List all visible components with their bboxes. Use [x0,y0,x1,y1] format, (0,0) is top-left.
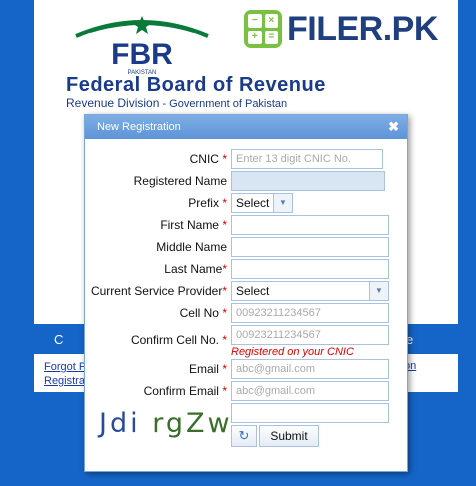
filer-brand: FILER.PK [287,10,438,49]
confirm-email-row: Confirm Email * abc@gmail.com [85,381,405,403]
captcha-text-part2: rgZw [152,407,233,439]
filer-brand-text: FILER. [287,9,392,48]
dialog-title: New Registration [97,121,181,133]
confirm-cell-no-row: Confirm Cell No. * 00923211234567 Regist… [85,325,405,358]
close-icon[interactable]: ✖ [388,115,399,139]
prefix-value: Select [236,196,270,210]
first-name-label: First Name * [160,218,227,232]
middle-name-row: Middle Name [85,237,405,259]
email-label: Email * [188,362,227,376]
fbr-subtitle-rest: - Government of Pakistan [159,98,288,110]
fbr-subtitle: Revenue Division - Government of Pakista… [66,96,287,110]
cell-no-input[interactable]: 00923211234567 [231,303,389,323]
calc-glyph: − [248,14,262,28]
background-links: Forgot P Registra [44,360,86,388]
refresh-icon[interactable]: ↻ [231,425,257,447]
email-row: Email * abc@gmail.com [85,359,405,381]
cell-no-hint: Registered on your CNIC [231,346,354,358]
filer-pk-logo: − × + = FILER.PK [244,8,438,50]
last-name-row: Last Name* [85,259,405,281]
confirm-cell-no-input[interactable]: 00923211234567 [231,325,389,345]
service-provider-value: Select [236,284,270,298]
cnic-row: CNIC * Enter 13 digit CNIC No. [85,149,405,171]
chevron-down-icon: ▼ [273,194,292,212]
prefix-label: Prefix * [188,196,227,210]
registration-link[interactable]: Registra [44,374,86,388]
calc-glyph: × [264,14,278,28]
last-name-label: Last Name* [164,262,227,276]
prefix-row: Prefix * Select ▼ [85,193,405,215]
fbr-title: Federal Board of Revenue [66,74,326,96]
fbr-logo-text: FBR [111,38,173,71]
fbr-subtitle-main: Revenue Division [66,96,160,110]
registered-name-row: Registered Name [85,171,405,193]
middle-name-input[interactable] [231,237,389,257]
registered-name-label: Registered Name [133,174,227,188]
service-provider-row: Current Service Provider* Select ▼ [85,281,405,303]
captcha-image: Jdi rgZw [99,401,233,445]
cnic-input[interactable]: Enter 13 digit CNIC No. [231,149,383,169]
cnic-label: CNIC * [189,152,227,166]
middle-name-label: Middle Name [156,240,227,254]
service-provider-label: Current Service Provider* [90,284,227,298]
prefix-select[interactable]: Select ▼ [231,193,293,213]
forgot-password-link[interactable]: Forgot P [44,360,86,374]
first-name-row: First Name * [85,215,405,237]
confirm-cell-no-label: Confirm Cell No. * [130,333,227,347]
submit-button[interactable]: Submit [259,425,319,447]
email-input[interactable]: abc@gmail.com [231,359,389,379]
captcha-text-part1: Jdi [99,407,141,439]
service-provider-select[interactable]: Select ▼ [231,281,389,301]
filer-brand-pk: PK [391,9,439,48]
captcha-input[interactable] [231,403,389,423]
last-name-input[interactable] [231,259,389,279]
confirm-email-label: Confirm Email * [143,384,227,398]
registered-name-field [231,171,385,191]
cell-no-row: Cell No * 00923211234567 [85,303,405,325]
calc-glyph: = [264,30,278,44]
dialog-header: New Registration ✖ [85,115,407,139]
new-registration-dialog: New Registration ✖ CNIC * Enter 13 digit… [84,114,408,472]
bar-text-left: C [54,332,64,347]
cell-no-label: Cell No * [179,306,227,320]
fbr-logo: FBR PAKISTAN [75,16,209,76]
confirm-email-input[interactable]: abc@gmail.com [231,381,389,401]
calculator-icon: − × + = [244,10,282,48]
chevron-down-icon: ▼ [369,282,388,300]
calc-glyph: + [248,30,262,44]
first-name-input[interactable] [231,215,389,235]
